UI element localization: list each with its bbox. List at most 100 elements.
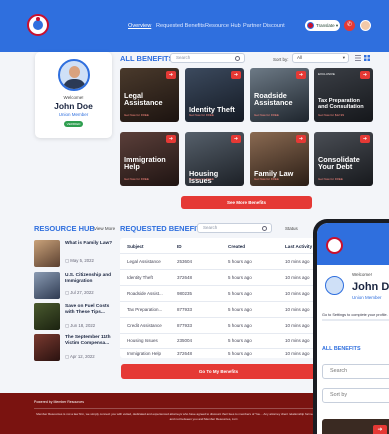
table-cell[interactable]: Credit Assistance — [127, 323, 162, 328]
table-cell: 980235 — [177, 291, 193, 296]
search-icon — [262, 225, 267, 231]
benefit-card-tax[interactable]: EXCLUSIVE ➜ Tax Preparation and Consultati… — [314, 68, 373, 122]
search-placeholder: Search — [203, 225, 218, 230]
arrow-right-icon: ➜ — [373, 425, 387, 434]
see-more-benefits-button[interactable]: See More Benefits — [181, 196, 312, 209]
nav-requested-benefits[interactable]: Requested Benefits — [156, 23, 205, 29]
avatar — [58, 59, 90, 91]
calendar-icon: ▢ — [65, 354, 70, 359]
calendar-icon: ▢ — [65, 290, 70, 295]
column-header[interactable]: Created — [228, 244, 245, 249]
profile-progress-text: Go to Settings to complete your profile. — [322, 313, 388, 317]
go-to-my-benefits-button[interactable]: Go To My Benefits — [121, 364, 316, 379]
arrow-right-icon: ➜ — [231, 135, 241, 143]
table-cell: 10 mins ago — [285, 275, 310, 280]
table-cell: 5 hours ago — [228, 291, 252, 296]
table-cell: 253604 — [177, 259, 193, 264]
card-subtitle: Get Now for FREE — [124, 177, 149, 181]
benefit-card-roadside[interactable]: ➜ Roadside Assistance Get Now for FREE — [250, 68, 309, 122]
article-date: ▢ Jun 18, 2022 — [65, 323, 95, 329]
list-item[interactable]: The September 11th Victim Compensa... ▢ … — [34, 334, 114, 364]
list-item[interactable]: U.S. Citizenship and Immigration ▢ Jul 2… — [34, 272, 114, 302]
requested-search-input[interactable]: Search — [197, 223, 272, 233]
table-cell: 5 hours ago — [228, 351, 252, 356]
card-subtitle: Get Now for FREE — [254, 113, 279, 117]
table-cell[interactable]: Roadside Assist... — [127, 291, 163, 296]
card-subtitle: Get Now for FREE — [189, 177, 214, 181]
search-placeholder: Search — [176, 55, 191, 60]
sort-value: All — [297, 55, 303, 60]
phone-all-benefits-title: ALL BENEFITS — [322, 346, 361, 352]
article-thumbnail — [34, 334, 60, 361]
table-cell[interactable]: Immigration Help — [127, 351, 161, 356]
arrow-right-icon: ➜ — [360, 135, 370, 143]
phone-header — [317, 223, 389, 265]
nav-partner-discount[interactable]: Partner Discount — [243, 23, 285, 29]
list-item[interactable]: Save on Fuel Costs with These Tips... ▢ … — [34, 303, 114, 333]
benefit-card-legal[interactable]: ➜ Legal Assistance Get Now for FREE — [120, 68, 179, 122]
card-subtitle: Get Now for FREE — [189, 113, 214, 117]
column-header[interactable]: Subject — [127, 244, 144, 249]
welcome-text: Welcome! — [63, 95, 84, 100]
avatar — [325, 276, 344, 295]
search-icon — [235, 55, 240, 61]
card-subtitle: Get Now for FREE — [254, 177, 279, 181]
table-cell[interactable]: Legal Assistance — [127, 259, 161, 264]
nav-overview[interactable]: Overview — [128, 23, 151, 29]
table-cell: 372648 — [177, 275, 193, 280]
benefit-card-immigration[interactable]: ➜ Immigration Help Get Now for FREE — [120, 132, 179, 186]
phone-icon[interactable]: ✆ — [344, 20, 355, 31]
table-cell: 10 mins ago — [285, 291, 310, 296]
column-header[interactable]: ID — [177, 244, 182, 249]
table-cell: 5 hours ago — [228, 275, 252, 280]
card-title: Legal Assistance — [124, 91, 163, 108]
translate-button[interactable]: Translate ▾ — [305, 20, 340, 31]
table-cell: 372648 — [177, 351, 193, 356]
list-item[interactable]: What is Family Law? ▢ May 5, 2022 — [34, 240, 114, 270]
table-cell[interactable]: Tax Preparation... — [127, 307, 162, 312]
search-placeholder: Search — [330, 368, 348, 374]
arrow-right-icon: ➜ — [166, 71, 176, 79]
date-text: Jun 18, 2022 — [70, 323, 96, 328]
card-tag: EXCLUSIVE — [318, 72, 335, 76]
list-view-icon[interactable] — [355, 55, 361, 61]
phone-search-input[interactable]: Search — [322, 364, 389, 379]
card-title: Roadside Assistance — [254, 91, 293, 108]
user-name: John Doe — [352, 281, 389, 293]
benefits-search-input[interactable]: Search — [170, 53, 245, 63]
column-header[interactable]: Last Activity — [285, 244, 312, 249]
phone-mockup: Welcome! John Doe Union Member Go to Set… — [313, 219, 389, 434]
sort-select[interactable]: All ▾ — [292, 53, 349, 63]
table-cell[interactable]: Identity Theft — [127, 275, 153, 280]
calendar-icon: ▢ — [65, 323, 70, 328]
brand-logo[interactable] — [326, 237, 343, 254]
view-more-link[interactable]: View More — [94, 226, 115, 231]
requested-benefits-table: Subject ID Created Last Activity Legal A… — [120, 238, 320, 358]
card-title: Tax Preparation and Consultation — [318, 98, 364, 110]
table-cell[interactable]: Housing Issues — [127, 338, 158, 343]
sort-placeholder: Sort by — [330, 392, 348, 398]
benefit-card-family[interactable]: ➜ Family Law Get Now for FREE — [250, 132, 309, 186]
sort-label: Sort by: — [273, 57, 289, 62]
phone-benefit-card[interactable]: ➜ — [322, 419, 389, 434]
benefit-card-identity[interactable]: ➜ Identity Theft Get Now for FREE — [185, 68, 244, 122]
status-badge: VERIFIED — [64, 121, 83, 127]
status-filter-label[interactable]: Status — [285, 226, 298, 231]
resource-hub-title: RESOURCE HUB — [34, 224, 95, 233]
nav-resource-hub[interactable]: Resource Hub — [205, 23, 241, 29]
grid-view-icon[interactable] — [364, 55, 370, 61]
date-text: Jul 27, 2022 — [70, 290, 94, 295]
card-title: Immigration Help — [124, 155, 166, 172]
table-cell: 235004 — [177, 338, 193, 343]
article-thumbnail — [34, 272, 60, 299]
table-cell: 10 mins ago — [285, 323, 310, 328]
phone-profile-card: Welcome! John Doe Union Member — [322, 267, 389, 305]
brand-logo[interactable] — [27, 14, 49, 36]
phone-sort-select[interactable]: Sort by — [322, 388, 389, 403]
article-title: U.S. Citizenship and Immigration — [65, 273, 112, 284]
article-title: The September 11th Victim Compensa... — [65, 335, 111, 346]
table-cell: 877933 — [177, 323, 193, 328]
header-avatar[interactable] — [360, 20, 371, 31]
benefit-card-housing[interactable]: ➜ Housing Issues Get Now for FREE — [185, 132, 244, 186]
benefit-card-debt[interactable]: ➜ Consolidate Your Debt Get Now for FREE — [314, 132, 373, 186]
